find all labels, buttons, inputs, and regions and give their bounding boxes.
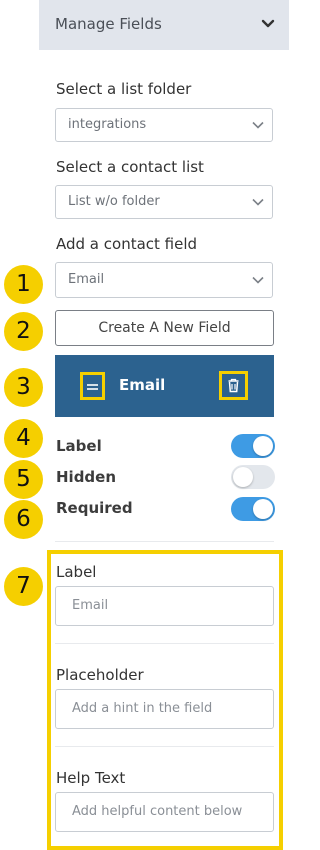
trash-icon[interactable] — [219, 371, 248, 400]
field-item-name: Email — [119, 376, 166, 394]
annotation-badge-2: 2 — [4, 312, 43, 351]
list-folder-select[interactable]: integrations — [55, 108, 273, 142]
required-toggle-label: Required — [56, 499, 133, 517]
annotation-badge-6: 6 — [4, 500, 43, 539]
label-toggle[interactable] — [231, 434, 275, 458]
annotation-badge-7: 7 — [4, 567, 43, 606]
create-new-field-button[interactable]: Create A New Field — [55, 310, 274, 346]
chevron-down-icon — [252, 198, 264, 206]
help-text-input-placeholder: Add helpful content below — [72, 804, 243, 819]
contact-field-select[interactable]: Email — [55, 262, 273, 298]
contact-field-label: Add a contact field — [56, 235, 198, 253]
annotation-badge-3: 3 — [4, 368, 43, 407]
label-input[interactable]: Email — [55, 586, 274, 626]
hidden-toggle-label: Hidden — [56, 468, 117, 486]
list-folder-value: integrations — [68, 117, 147, 132]
header-title: Manage Fields — [55, 15, 162, 33]
placeholder-input-placeholder: Add a hint in the field — [72, 701, 213, 716]
divider — [55, 643, 274, 644]
chevron-down-icon[interactable] — [259, 15, 277, 33]
chevron-down-icon — [252, 276, 264, 284]
label-toggle-label: Label — [56, 437, 102, 455]
drag-handle-icon[interactable] — [80, 372, 105, 400]
label-setting-title: Label — [56, 563, 97, 581]
contact-list-value: List w/o folder — [68, 194, 160, 209]
divider — [55, 746, 274, 747]
hidden-toggle[interactable] — [231, 465, 275, 489]
divider — [55, 541, 274, 542]
contact-list-select[interactable]: List w/o folder — [55, 185, 273, 219]
placeholder-input[interactable]: Add a hint in the field — [55, 689, 274, 729]
field-item-email[interactable]: Email — [55, 355, 274, 417]
annotation-badge-1: 1 — [4, 265, 43, 304]
chevron-down-icon — [252, 121, 264, 129]
placeholder-setting-title: Placeholder — [56, 666, 144, 684]
help-text-input[interactable]: Add helpful content below — [55, 792, 274, 832]
label-input-placeholder: Email — [72, 598, 109, 613]
list-folder-label: Select a list folder — [56, 80, 192, 98]
annotation-badge-4: 4 — [4, 419, 43, 458]
annotation-badge-5: 5 — [4, 460, 43, 499]
required-toggle[interactable] — [231, 497, 275, 521]
contact-list-label: Select a contact list — [56, 158, 204, 176]
contact-field-value: Email — [68, 272, 105, 287]
help-text-setting-title: Help Text — [56, 769, 126, 787]
